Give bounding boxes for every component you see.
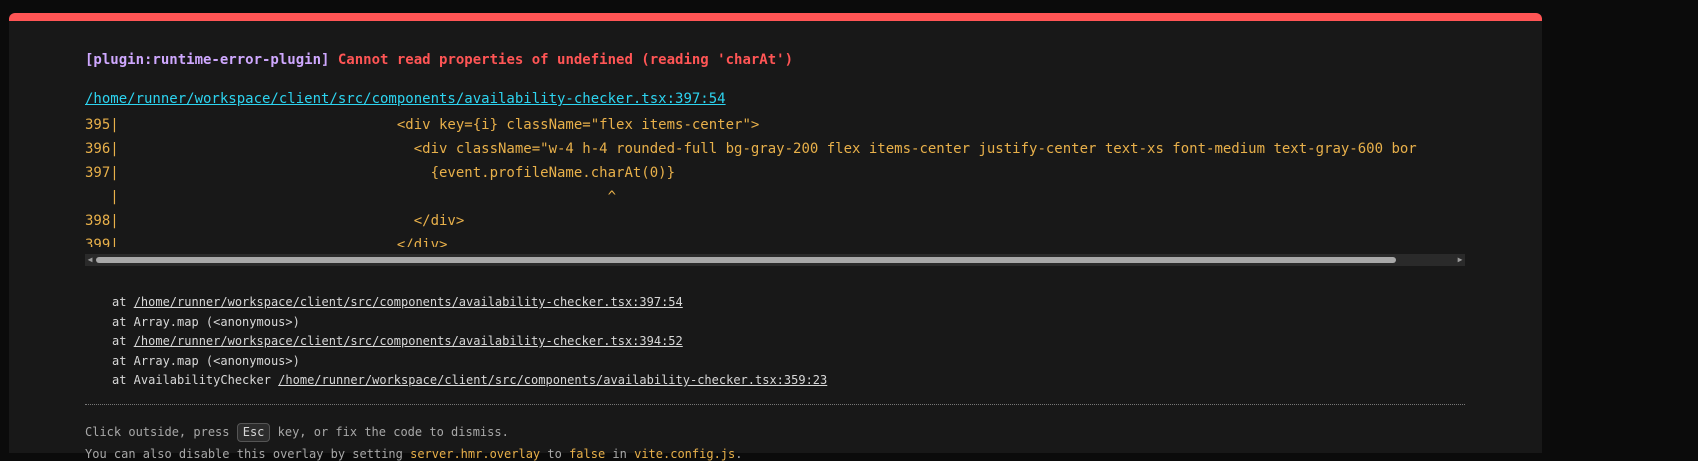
- stack-line: at AvailabilityChecker /home/runner/work…: [112, 373, 828, 387]
- scrollbar-thumb[interactable]: [96, 257, 1396, 263]
- stack-trace: at /home/runner/workspace/client/src/com…: [112, 293, 827, 391]
- stack-line: at /home/runner/workspace/client/src/com…: [112, 295, 683, 309]
- code-line: 396| <div className="w-4 h-4 rounded-ful…: [85, 141, 1417, 157]
- stack-location-link[interactable]: /home/runner/workspace/client/src/compon…: [278, 373, 827, 387]
- error-message: [plugin:runtime-error-plugin] Cannot rea…: [85, 52, 793, 68]
- esc-key-badge: Esc: [236, 423, 271, 442]
- code-frame: 395| <div key={i} className="flex items-…: [85, 113, 1465, 247]
- divider: [85, 404, 1465, 405]
- error-file-link[interactable]: /home/runner/workspace/client/src/compon…: [85, 91, 726, 107]
- stack-location-link[interactable]: /home/runner/workspace/client/src/compon…: [134, 295, 683, 309]
- code-line: 399| </div>: [85, 237, 448, 247]
- stack-line: at /home/runner/workspace/client/src/com…: [112, 334, 683, 348]
- stack-line: at Array.map (<anonymous>): [112, 353, 300, 368]
- plugin-name: [plugin:runtime-error-plugin]: [85, 52, 330, 68]
- stack-line: at Array.map (<anonymous>): [112, 314, 300, 329]
- error-text: Cannot read properties of undefined (rea…: [337, 52, 794, 68]
- code-frame-scrollbar[interactable]: ◀ ▶: [85, 254, 1465, 266]
- scroll-right-icon[interactable]: ▶: [1455, 254, 1465, 266]
- code-line: 397| {event.profileName.charAt(0)}: [85, 165, 676, 181]
- stack-location-link[interactable]: /home/runner/workspace/client/src/compon…: [134, 334, 683, 348]
- error-overlay: [plugin:runtime-error-plugin] Cannot rea…: [9, 13, 1542, 461]
- scroll-left-icon[interactable]: ◀: [85, 254, 95, 266]
- code-line: | ^: [85, 189, 617, 205]
- code-line: 398| </div>: [85, 213, 465, 229]
- dismiss-tip: Click outside, press Esc key, or fix the…: [85, 423, 509, 442]
- code-line: 395| <div key={i} className="flex items-…: [85, 117, 760, 133]
- disable-tip: You can also disable this overlay by set…: [85, 447, 743, 461]
